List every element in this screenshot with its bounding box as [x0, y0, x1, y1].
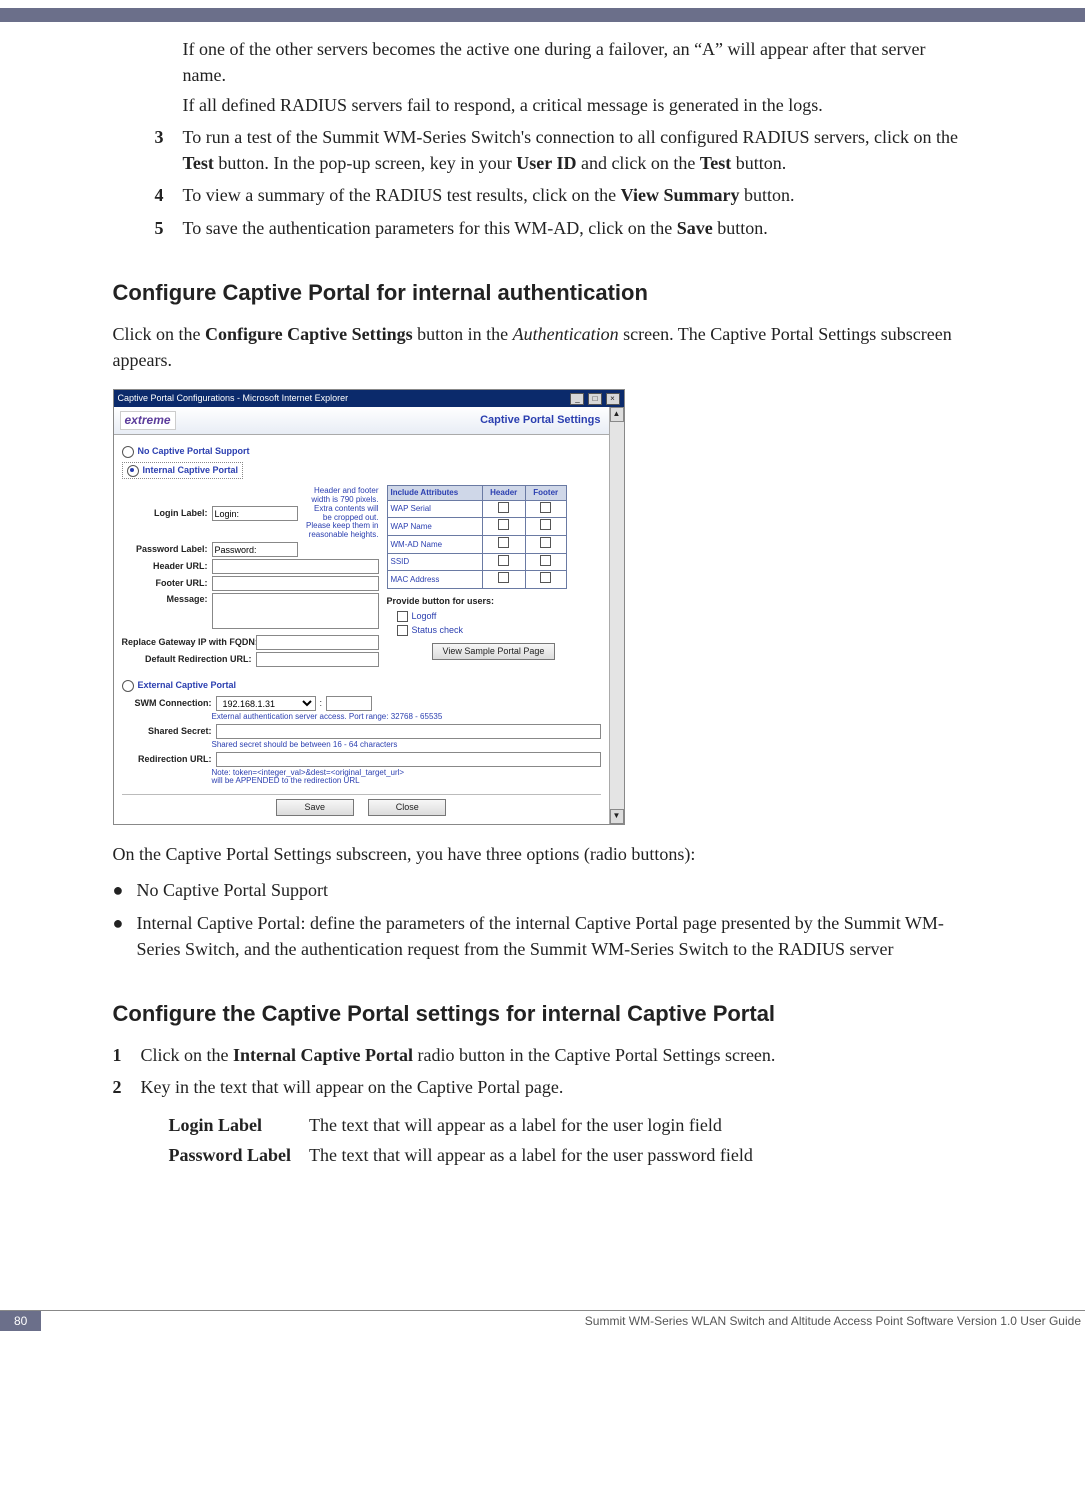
- radio-icon: [122, 446, 134, 458]
- hint-text: Header and footer width is 790 pixels. E…: [298, 487, 379, 540]
- heading-configure-settings: Configure the Captive Portal settings fo…: [113, 998, 973, 1030]
- password-label-input[interactable]: [212, 542, 298, 557]
- col-header: Header: [482, 486, 525, 501]
- checkbox[interactable]: [498, 555, 509, 566]
- radio-icon: [127, 465, 139, 477]
- login-label-input[interactable]: [212, 506, 298, 521]
- checkbox[interactable]: [498, 572, 509, 583]
- radio-external-captive[interactable]: External Captive Portal: [122, 679, 601, 692]
- password-label-label: Password Label:: [122, 543, 212, 556]
- step-5: 5 To save the authentication parameters …: [155, 215, 973, 241]
- note-text: Note: token=<integer_val>&dest=<original…: [212, 769, 601, 787]
- provide-button-heading: Provide button for users:: [387, 595, 601, 608]
- shared-secret-label: Shared Secret:: [122, 725, 216, 738]
- radio-internal-captive[interactable]: Internal Captive Portal: [122, 462, 601, 479]
- table-row: WAP Serial: [387, 500, 566, 518]
- step-3: 3 To run a test of the Summit WM-Series …: [155, 124, 973, 176]
- scrollbar[interactable]: ▲ ▼: [609, 407, 624, 825]
- captive-portal-screenshot: Captive Portal Configurations - Microsof…: [113, 389, 625, 826]
- redirection-url-label: Redirection URL:: [122, 753, 216, 766]
- scroll-down-icon[interactable]: ▼: [610, 809, 624, 824]
- checkbox[interactable]: [498, 502, 509, 513]
- checkbox-icon: [397, 611, 408, 622]
- swm-port-input[interactable]: [326, 696, 372, 711]
- checkbox[interactable]: [540, 537, 551, 548]
- table-row: WM-AD Name: [387, 536, 566, 554]
- header-url-input[interactable]: [212, 559, 379, 574]
- message-label: Message:: [122, 593, 212, 606]
- table-row: SSID: [387, 553, 566, 571]
- paragraph: Click on the Configure Captive Settings …: [113, 321, 973, 373]
- step-2: 2 Key in the text that will appear on th…: [113, 1074, 973, 1100]
- redirection-url-input[interactable]: [216, 752, 601, 767]
- header-rule: [0, 8, 1085, 22]
- definition-table: Login LabelThe text that will appear as …: [169, 1110, 771, 1170]
- checkbox[interactable]: [540, 502, 551, 513]
- brand-logo: extreme: [120, 411, 176, 430]
- page-number: 80: [0, 1311, 41, 1331]
- checkbox[interactable]: [540, 572, 551, 583]
- note-text: Shared secret should be between 16 - 64 …: [212, 741, 601, 750]
- bullet-item: ●Internal Captive Portal: define the par…: [113, 910, 973, 962]
- table-row: MAC Address: [387, 571, 566, 589]
- step-1: 1 Click on the Internal Captive Portal r…: [113, 1042, 973, 1068]
- close-icon[interactable]: ×: [606, 393, 620, 405]
- logoff-checkbox-row[interactable]: Logoff: [397, 610, 601, 623]
- header-url-label: Header URL:: [122, 560, 212, 573]
- window-buttons: _ □ ×: [569, 392, 619, 405]
- maximize-icon[interactable]: □: [588, 393, 602, 405]
- checkbox[interactable]: [498, 519, 509, 530]
- checkbox[interactable]: [540, 555, 551, 566]
- bullet-item: ●No Captive Portal Support: [113, 877, 973, 903]
- footer-url-input[interactable]: [212, 576, 379, 591]
- table-row: Login LabelThe text that will appear as …: [169, 1110, 771, 1140]
- minimize-icon[interactable]: _: [570, 393, 584, 405]
- note-text: External authentication server access. P…: [212, 713, 601, 722]
- message-input[interactable]: [212, 593, 379, 629]
- window-title: Captive Portal Configurations - Microsof…: [118, 392, 349, 405]
- footer-url-label: Footer URL:: [122, 577, 212, 590]
- window-titlebar: Captive Portal Configurations - Microsof…: [114, 390, 624, 407]
- checkbox-icon: [397, 625, 408, 636]
- radio-no-captive[interactable]: No Captive Portal Support: [122, 445, 601, 458]
- default-redirect-input[interactable]: [256, 652, 379, 667]
- view-sample-button[interactable]: View Sample Portal Page: [432, 643, 556, 660]
- checkbox[interactable]: [540, 519, 551, 530]
- paragraph: If one of the other servers becomes the …: [183, 36, 973, 88]
- table-row: WAP Name: [387, 518, 566, 536]
- screen-title: Captive Portal Settings: [480, 413, 600, 429]
- table-row: Password LabelThe text that will appear …: [169, 1140, 771, 1170]
- step-4: 4 To view a summary of the RADIUS test r…: [155, 182, 973, 208]
- checkbox[interactable]: [498, 537, 509, 548]
- status-check-row[interactable]: Status check: [397, 624, 601, 637]
- guide-title: Summit WM-Series WLAN Switch and Altitud…: [41, 1311, 1085, 1331]
- col-include: Include Attributes: [387, 486, 482, 501]
- scroll-up-icon[interactable]: ▲: [610, 407, 624, 422]
- col-footer: Footer: [525, 486, 566, 501]
- heading-configure-internal-auth: Configure Captive Portal for internal au…: [113, 277, 973, 309]
- swm-connection-select[interactable]: 192.168.1.31: [216, 696, 316, 711]
- default-redirect-label: Default Redirection URL:: [122, 653, 256, 666]
- shared-secret-input[interactable]: [216, 724, 601, 739]
- save-button[interactable]: Save: [276, 799, 354, 816]
- paragraph: If all defined RADIUS servers fail to re…: [183, 92, 973, 118]
- paragraph: On the Captive Portal Settings subscreen…: [113, 841, 973, 867]
- replace-fqdn-input[interactable]: [256, 635, 379, 650]
- swm-connection-label: SWM Connection:: [122, 697, 216, 710]
- login-label-label: Login Label:: [122, 507, 212, 520]
- include-attributes-table: Include Attributes Header Footer WAP Ser…: [387, 485, 567, 589]
- close-button[interactable]: Close: [368, 799, 446, 816]
- page-footer: 80 Summit WM-Series WLAN Switch and Alti…: [0, 1310, 1085, 1331]
- radio-icon: [122, 680, 134, 692]
- replace-fqdn-label: Replace Gateway IP with FQDN:: [122, 638, 256, 647]
